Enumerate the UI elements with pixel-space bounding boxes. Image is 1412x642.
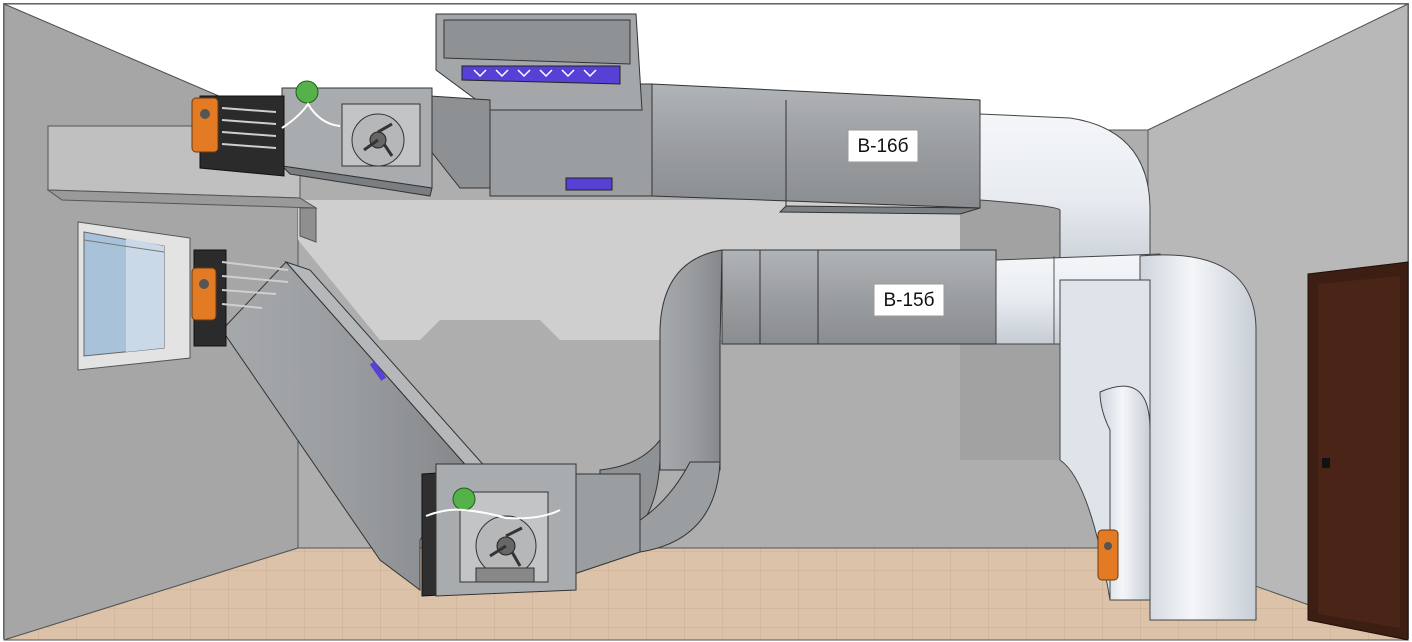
scene-drawing: В-16б В-15б bbox=[0, 0, 1412, 642]
actuator-upper bbox=[191, 97, 219, 153]
insulated-elbow bbox=[1139, 254, 1257, 621]
flow-sensor-lower bbox=[452, 487, 476, 511]
duct-label-upper: В-16б bbox=[857, 136, 908, 157]
actuator-window bbox=[191, 267, 217, 321]
actuator-floor bbox=[1097, 529, 1119, 581]
door bbox=[1307, 261, 1409, 641]
window bbox=[77, 221, 191, 371]
lower-grille bbox=[565, 177, 613, 191]
ventilation-scene: В-16б В-15б bbox=[0, 0, 1412, 642]
flow-sensor-upper bbox=[295, 80, 319, 104]
duct-lower-straight bbox=[721, 249, 997, 345]
door-handle bbox=[1322, 458, 1330, 468]
duct-label-lower: В-15б bbox=[883, 290, 934, 311]
fan-lower bbox=[421, 463, 577, 597]
duct-upper-straight bbox=[651, 83, 981, 209]
